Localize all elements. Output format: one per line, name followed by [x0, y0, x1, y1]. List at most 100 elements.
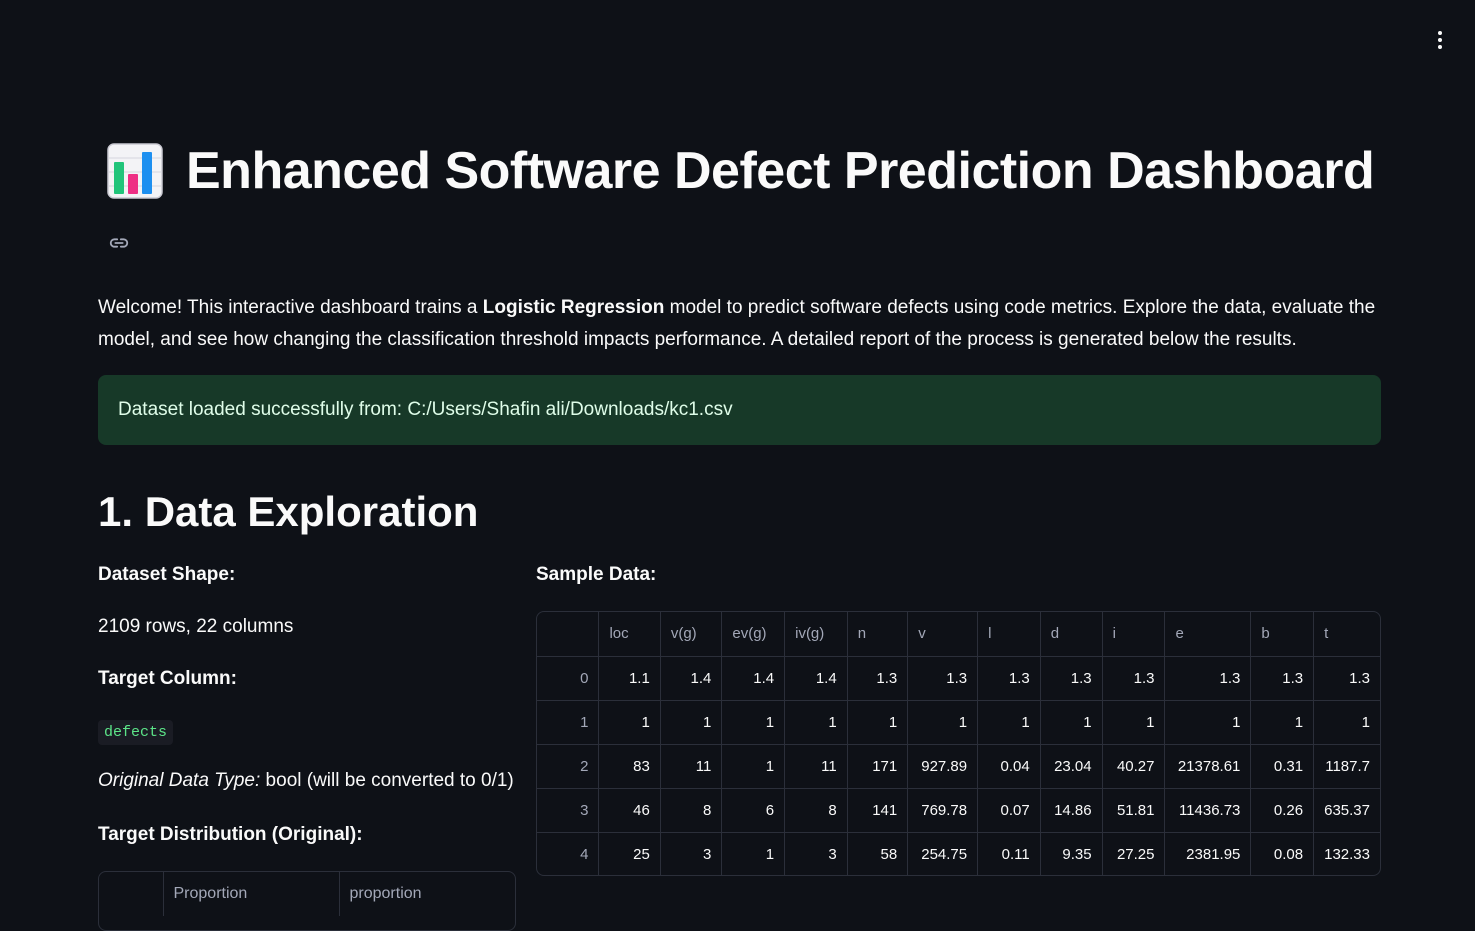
table-cell[interactable]: 132.33 — [1314, 832, 1380, 875]
column-header[interactable]: e — [1164, 612, 1252, 657]
table-cell[interactable]: 11436.73 — [1164, 788, 1252, 833]
table-cell[interactable]: 2381.95 — [1164, 832, 1252, 875]
table-row: 1 1 1 1 1 1 1 1 1 1 1 1 1 — [537, 700, 1380, 745]
table-cell[interactable]: 1.3 — [847, 656, 909, 701]
table-cell[interactable]: 0.31 — [1250, 744, 1315, 789]
table-cell[interactable]: 1 — [598, 700, 661, 745]
table-cell[interactable]: 3 — [784, 832, 848, 875]
table-cell[interactable]: 1.3 — [1250, 656, 1315, 701]
table-cell[interactable]: 51.81 — [1102, 788, 1166, 833]
table-cell[interactable]: 1 — [721, 832, 786, 875]
table-cell[interactable]: 635.37 — [1313, 788, 1380, 833]
table-cell[interactable]: 1.3 — [1102, 656, 1166, 701]
table-cell[interactable]: 1.4 — [721, 656, 786, 701]
table-cell[interactable]: 769.78 — [907, 788, 979, 833]
table-cell[interactable]: 1.1 — [598, 656, 661, 701]
table-cell[interactable]: 171 — [847, 744, 909, 789]
column-header[interactable]: proportion — [339, 872, 515, 916]
table-cell[interactable]: 1.3 — [1040, 656, 1103, 701]
success-alert: Dataset loaded successfully from: C:/Use… — [98, 375, 1381, 445]
main-menu-button[interactable] — [1428, 26, 1452, 54]
intro-paragraph: Welcome! This interactive dashboard trai… — [98, 297, 1376, 350]
table-row: 3 46 8 6 8 141 769.78 0.07 14.86 51.81 1… — [537, 788, 1380, 833]
table-cell[interactable]: 3 — [660, 832, 723, 875]
table-cell[interactable]: 1 — [977, 700, 1041, 745]
column-header[interactable]: i — [1102, 612, 1166, 657]
table-cell[interactable]: 1.3 — [1164, 656, 1252, 701]
link-icon[interactable] — [108, 232, 130, 254]
column-header[interactable]: d — [1040, 612, 1103, 657]
table-cell[interactable]: 11 — [660, 744, 723, 789]
table-cell[interactable]: 14.86 — [1040, 788, 1103, 833]
table-cell[interactable]: 6 — [721, 788, 786, 833]
table-cell[interactable]: 141 — [847, 788, 909, 833]
table-cell[interactable]: 1 — [660, 700, 723, 745]
column-header[interactable]: t — [1313, 612, 1380, 657]
table-cell[interactable]: 83 — [598, 744, 661, 789]
column-header[interactable]: b — [1250, 612, 1315, 657]
table-cell[interactable]: 1 — [721, 744, 786, 789]
column-header[interactable] — [537, 612, 600, 657]
table-cell[interactable]: 1.3 — [907, 656, 979, 701]
table-cell[interactable]: 1.3 — [1313, 656, 1380, 701]
table-cell[interactable]: 21378.61 — [1164, 744, 1252, 789]
column-header[interactable] — [99, 872, 164, 916]
column-header[interactable]: n — [847, 612, 909, 657]
target-column-code: defects — [98, 720, 174, 745]
table-cell[interactable]: 1 — [1102, 700, 1166, 745]
table-cell[interactable]: 1 — [784, 700, 848, 745]
table-cell[interactable]: 254.75 — [907, 832, 979, 875]
table-cell[interactable]: 0.07 — [977, 788, 1041, 833]
table-cell[interactable]: 40.27 — [1102, 744, 1166, 789]
vertical-dots-icon — [1438, 31, 1442, 35]
table-cell[interactable]: 25 — [598, 832, 661, 875]
table-cell[interactable]: 1.3 — [977, 656, 1041, 701]
column-header[interactable]: ev(g) — [721, 612, 786, 657]
target-distribution-table[interactable]: Proportion proportion — [98, 871, 516, 931]
table-cell[interactable]: 0.04 — [977, 744, 1041, 789]
table-row: 2 83 11 1 11 171 927.89 0.04 23.04 40.27… — [537, 744, 1380, 789]
table-cell[interactable]: 927.89 — [907, 744, 979, 789]
column-header[interactable]: iv(g) — [784, 612, 848, 657]
table-cell[interactable]: 3 — [537, 788, 600, 833]
table-cell[interactable]: 0.08 — [1250, 832, 1315, 875]
table-cell[interactable]: 46 — [598, 788, 661, 833]
table-cell[interactable]: 1187.7 — [1313, 744, 1380, 789]
table-row: 0 1.1 1.4 1.4 1.4 1.3 1.3 1.3 1.3 1.3 1.… — [537, 656, 1380, 701]
column-header[interactable]: Proportion — [163, 872, 340, 916]
table-cell[interactable]: 1 — [847, 700, 909, 745]
table-cell[interactable]: 58 — [847, 832, 909, 875]
table-cell[interactable]: 1 — [537, 700, 600, 745]
table-cell[interactable]: 0.11 — [977, 832, 1041, 875]
sample-data-table[interactable]: loc v(g) ev(g) iv(g) n v l d i e b t 0 1… — [536, 611, 1381, 876]
success-message: Dataset loaded successfully from: C:/Use… — [118, 399, 733, 420]
table-cell[interactable]: 1 — [1313, 700, 1380, 745]
data-type-text: Original Data Type: bool (will be conver… — [98, 770, 514, 791]
model-name: Logistic Regression — [482, 297, 665, 318]
column-header[interactable]: v — [907, 612, 979, 657]
table-cell[interactable]: 1 — [1164, 700, 1252, 745]
table-cell[interactable]: 2 — [537, 744, 600, 789]
table-cell[interactable]: 1.4 — [784, 656, 848, 701]
table-cell[interactable]: 4 — [537, 832, 600, 875]
bar-chart-emoji-icon — [107, 143, 163, 199]
column-header[interactable]: l — [977, 612, 1041, 657]
table-cell[interactable]: 8 — [784, 788, 848, 833]
table-cell[interactable]: 1.4 — [660, 656, 723, 701]
target-distribution-label: Target Distribution (Original): — [98, 824, 363, 845]
table-cell[interactable]: 9.35 — [1040, 832, 1103, 875]
table-cell[interactable]: 11 — [784, 744, 848, 789]
table-cell[interactable]: 0 — [537, 656, 600, 701]
section-heading-data-exploration: 1. Data Exploration — [98, 488, 479, 535]
table-cell[interactable]: 0.26 — [1250, 788, 1315, 833]
table-cell[interactable]: 1 — [1250, 700, 1315, 745]
column-header[interactable]: v(g) — [660, 612, 723, 657]
table-cell[interactable]: 27.25 — [1102, 832, 1166, 875]
title-text: Enhanced Software Defect Prediction Dash… — [186, 142, 1375, 200]
table-cell[interactable]: 1 — [1040, 700, 1103, 745]
table-cell[interactable]: 1 — [721, 700, 786, 745]
table-cell[interactable]: 23.04 — [1040, 744, 1103, 789]
table-cell[interactable]: 8 — [660, 788, 723, 833]
table-cell[interactable]: 1 — [907, 700, 979, 745]
column-header[interactable]: loc — [598, 612, 661, 657]
